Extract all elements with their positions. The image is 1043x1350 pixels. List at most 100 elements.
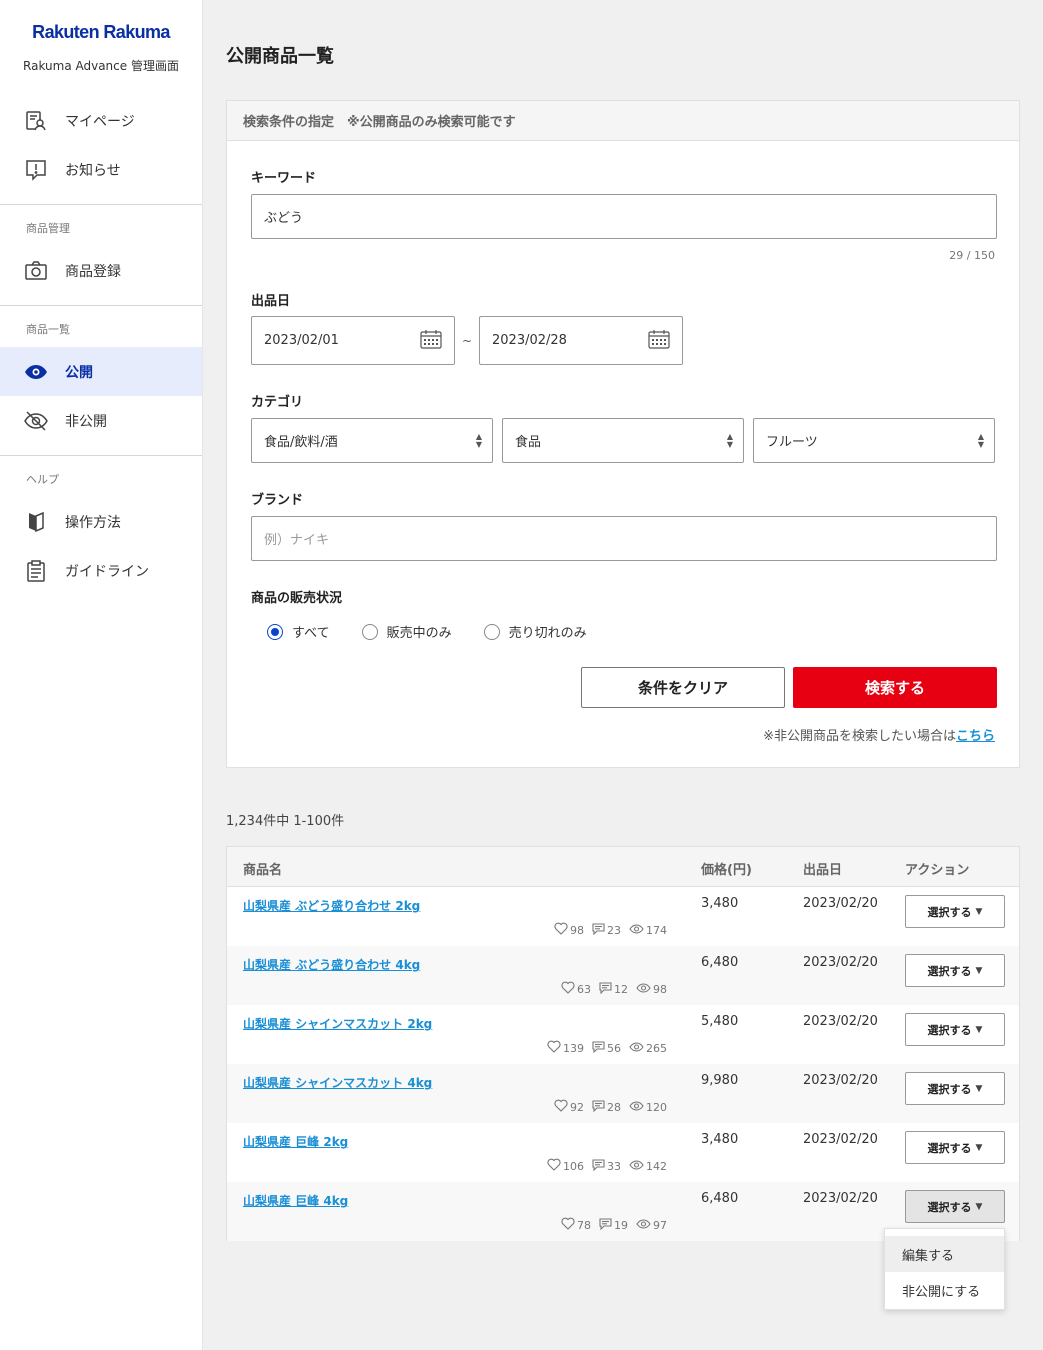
sidebar-item-notice[interactable]: お知らせ — [0, 145, 202, 194]
action-select-button[interactable]: 選択する ▼ — [905, 1131, 1005, 1164]
product-date: 2023/02/20 — [803, 896, 878, 911]
caret-down-icon: ▼ — [975, 1201, 983, 1212]
product-price: 3,480 — [701, 1132, 739, 1147]
hidden-search-link[interactable]: こちら — [956, 729, 995, 744]
comments-count: 23 — [607, 923, 621, 937]
product-name-link[interactable]: 山梨県産 巨峰 2kg — [243, 1133, 348, 1150]
comment-icon — [592, 1040, 607, 1056]
radio-unchecked-icon[interactable] — [483, 623, 500, 640]
product-stats: 78 19 97 — [553, 1217, 667, 1233]
status-radio-sold-out[interactable]: 売り切れのみ — [483, 622, 587, 641]
calendar-icon[interactable] — [648, 329, 670, 353]
likes-stat: 139 — [547, 1040, 584, 1056]
product-stats: 63 12 98 — [553, 981, 667, 997]
category-3-value: フルーツ — [766, 435, 818, 450]
select-arrows-icon: ▲ ▼ — [475, 431, 482, 449]
comments-stat: 19 — [599, 1217, 628, 1233]
table-row: 山梨県産 ぶどう盛り合わせ 4kg 63 12 98 6,480 2023/02/20 選択… — [227, 946, 1019, 1005]
status-label: 商品の販売状況 — [251, 591, 343, 606]
sidebar-item-product-register[interactable]: 商品登録 — [0, 246, 202, 295]
likes-count: 106 — [563, 1159, 584, 1173]
results-table: 商品名 価格(円) 出品日 アクション 山梨県産 ぶどう盛り合わせ 2kg 98 2… — [226, 846, 1020, 1241]
sidebar-item-guideline[interactable]: ガイドライン — [0, 546, 202, 595]
sidebar-item-label: 操作方法 — [65, 514, 121, 531]
caret-down-icon: ▼ — [975, 1024, 983, 1035]
date-separator: ~ — [462, 334, 473, 348]
date-from-value: 2023/02/01 — [264, 333, 339, 348]
product-name-link[interactable]: 山梨県産 ぶどう盛り合わせ 2kg — [243, 897, 420, 914]
product-date: 2023/02/20 — [803, 1132, 878, 1147]
menu-item-make-private[interactable]: 非公開にする — [885, 1272, 1004, 1308]
sidebar-item-private[interactable]: 非公開 — [0, 396, 202, 445]
category-select-2[interactable]: 食品 ▲ ▼ — [502, 418, 744, 463]
likes-count: 139 — [563, 1041, 584, 1055]
clipboard-icon — [24, 559, 48, 583]
comment-icon — [592, 922, 607, 938]
action-select-button[interactable]: 選択する ▼ — [905, 1072, 1005, 1105]
status-radio-on-sale[interactable]: 販売中のみ — [361, 622, 452, 641]
sidebar-item-label: 公開 — [65, 364, 93, 381]
category-2-value: 食品 — [515, 435, 542, 450]
product-price: 3,480 — [701, 896, 739, 911]
category-select-1[interactable]: 食品/飲料/酒 ▲ ▼ — [251, 418, 493, 463]
action-select-button[interactable]: 選択する ▼ — [905, 954, 1005, 987]
keyword-input[interactable]: ぶどう — [251, 194, 997, 239]
likes-stat: 78 — [561, 1217, 591, 1233]
product-name-link[interactable]: 山梨県産 シャインマスカット 4kg — [243, 1074, 432, 1091]
sidebar-item-public[interactable]: 公開 — [0, 347, 202, 396]
notice-icon — [24, 158, 48, 182]
product-stats: 106 33 142 — [539, 1158, 667, 1174]
camera-icon — [24, 259, 48, 283]
search-button[interactable]: 検索する — [793, 667, 997, 708]
comments-stat: 28 — [592, 1099, 621, 1115]
brand-area: Rakuten Rakuma Rakuma Advance 管理画面 — [0, 0, 202, 96]
radio-checked-icon[interactable] — [267, 623, 283, 640]
action-select-button[interactable]: 選択する ▼ — [905, 1190, 1005, 1223]
caret-down-icon: ▼ — [975, 1083, 983, 1094]
product-stats: 139 56 265 — [539, 1040, 667, 1056]
sidebar-item-manual[interactable]: 操作方法 — [0, 497, 202, 546]
col-header-price: 価格(円) — [701, 863, 752, 878]
comments-count: 28 — [607, 1100, 621, 1114]
menu-item-edit[interactable]: 編集する — [885, 1236, 1004, 1272]
brand-input[interactable]: 例）ナイキ — [251, 516, 997, 561]
views-count: 142 — [646, 1159, 667, 1173]
views-count: 98 — [653, 982, 667, 996]
product-name-link[interactable]: 山梨県産 巨峰 4kg — [243, 1192, 348, 1209]
section-product-mgmt: 商品管理 — [26, 222, 70, 235]
likes-count: 92 — [570, 1100, 584, 1114]
brand-logo[interactable]: Rakuten Rakuma — [0, 22, 202, 43]
radio-unchecked-icon[interactable] — [361, 623, 378, 640]
clear-button[interactable]: 条件をクリア — [581, 667, 785, 708]
calendar-icon[interactable] — [420, 329, 442, 353]
product-price: 9,980 — [701, 1073, 739, 1088]
date-to-input[interactable]: 2023/02/28 — [479, 316, 683, 365]
date-from-input[interactable]: 2023/02/01 — [251, 316, 455, 365]
hidden-note-text: ※非公開商品を検索したい場合は — [763, 729, 956, 744]
select-arrows-icon: ▲ ▼ — [726, 431, 733, 449]
sidebar-item-mypage[interactable]: マイページ — [0, 96, 202, 145]
product-stats: 98 23 174 — [546, 922, 667, 938]
status-radio-all[interactable]: すべて — [267, 622, 330, 641]
comments-stat: 23 — [592, 922, 621, 938]
product-date: 2023/02/20 — [803, 1014, 878, 1029]
action-select-button[interactable]: 選択する ▼ — [905, 895, 1005, 928]
section-help: ヘルプ — [26, 473, 59, 486]
sidebar-item-label: 非公開 — [65, 413, 107, 430]
sidebar-item-label: マイページ — [65, 113, 135, 130]
hidden-search-note: ※非公開商品を検索したい場合はこちら — [763, 725, 995, 744]
likes-count: 63 — [577, 982, 591, 996]
views-stat: 142 — [629, 1160, 667, 1173]
result-count: 1,234件中 1-100件 — [226, 814, 345, 829]
product-price: 6,480 — [701, 955, 739, 970]
product-name-link[interactable]: 山梨県産 ぶどう盛り合わせ 4kg — [243, 956, 420, 973]
product-price: 6,480 — [701, 1191, 739, 1206]
views-count: 120 — [646, 1100, 667, 1114]
action-select-button[interactable]: 選択する ▼ — [905, 1013, 1005, 1046]
likes-count: 98 — [570, 923, 584, 937]
likes-stat: 98 — [554, 922, 584, 938]
keyword-label: キーワード — [251, 171, 317, 186]
sidebar: Rakuten Rakuma Rakuma Advance 管理画面 マイページ… — [0, 0, 203, 1350]
category-select-3[interactable]: フルーツ ▲ ▼ — [753, 418, 995, 463]
product-name-link[interactable]: 山梨県産 シャインマスカット 2kg — [243, 1015, 432, 1032]
